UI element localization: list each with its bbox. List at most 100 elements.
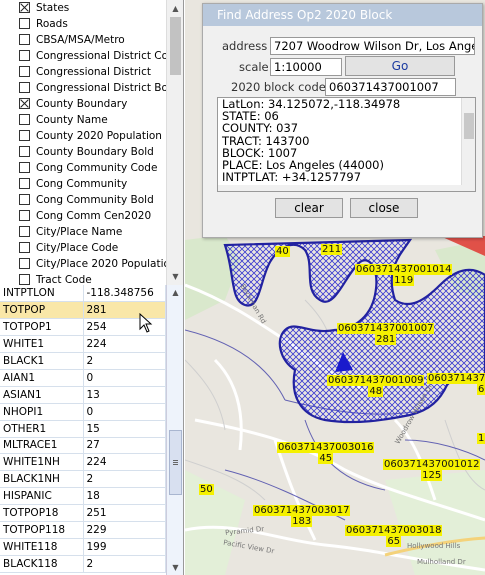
layer-label: Roads xyxy=(36,18,68,30)
table-row[interactable]: TOTPOP18 251 xyxy=(0,504,166,522)
table-row[interactable]: WHITE1 224 xyxy=(0,335,166,354)
layer-checkbox[interactable] xyxy=(19,130,30,141)
layer-checkbox[interactable] xyxy=(19,50,30,61)
layer-checkbox[interactable] xyxy=(19,194,30,205)
attribute-name: BLACK118 xyxy=(0,555,84,573)
layer-item[interactable]: Roads xyxy=(0,16,166,32)
attribute-value: 229 xyxy=(83,521,166,539)
block-pop-label: 125 xyxy=(421,470,443,481)
layer-label: City/Place 2020 Population xyxy=(36,258,166,270)
layer-checkbox[interactable] xyxy=(19,82,30,93)
table-row[interactable]: MLTRACE1 27 xyxy=(0,437,166,455)
layers-scrollbar[interactable]: ▲ ▼ xyxy=(166,0,183,285)
table-row[interactable]: ASIAN1 13 xyxy=(0,386,166,404)
attribute-value: 254 xyxy=(83,318,166,337)
layers-scroll-thumb[interactable] xyxy=(170,17,181,75)
attribute-name: ASIAN1 xyxy=(0,386,84,404)
attribute-name: BLACK1NH xyxy=(0,470,84,489)
attribute-name: TOTPOP xyxy=(0,301,84,320)
layer-checkbox[interactable] xyxy=(19,66,30,77)
attribute-name: NHOPI1 xyxy=(0,403,84,421)
table-row[interactable]: HISPANIC 18 xyxy=(0,487,166,506)
layer-checkbox[interactable] xyxy=(19,242,30,253)
layer-label: Congressional District xyxy=(36,66,151,78)
clear-button[interactable]: clear xyxy=(275,198,343,218)
layer-item[interactable]: Cong Community xyxy=(0,176,166,192)
layer-checkbox[interactable] xyxy=(19,2,30,13)
layer-item[interactable]: Congressional District Bold xyxy=(0,80,166,96)
close-button[interactable]: close xyxy=(350,198,418,218)
address-input[interactable]: 7207 Woodrow Wilson Dr, Los Angeles xyxy=(270,37,475,55)
layer-item[interactable]: City/Place Code xyxy=(0,240,166,256)
layer-checkbox[interactable] xyxy=(19,274,30,285)
layer-item[interactable]: County Boundary Bold xyxy=(0,144,166,160)
table-row[interactable]: WHITE1NH 224 xyxy=(0,453,166,472)
result-lines: LatLon: 34.125072,-118.34978 STATE: 06 COU… xyxy=(218,98,475,183)
find-address-dialog: Find Address Op2 2020 Block address 7207… xyxy=(202,3,483,238)
table-row[interactable]: BLACK1NH 2 xyxy=(0,470,166,489)
attribute-scroll-thumb[interactable] xyxy=(169,430,182,495)
attribute-scrollbar[interactable]: ▲ ▼ xyxy=(166,285,183,575)
layer-item[interactable]: City/Place Name xyxy=(0,224,166,240)
layer-checkbox[interactable] xyxy=(19,114,30,125)
layer-checkbox[interactable] xyxy=(19,178,30,189)
attribute-name: MLTRACE1 xyxy=(0,437,84,455)
map-label: 40 xyxy=(275,246,290,257)
table-row[interactable]: NHOPI1 0 xyxy=(0,403,166,421)
scroll-up-arrow-icon[interactable]: ▲ xyxy=(167,285,183,300)
attribute-name: AIAN1 xyxy=(0,369,84,387)
attribute-value: 224 xyxy=(83,453,166,472)
block-label: 060371437001014 119 xyxy=(355,264,453,286)
layer-item[interactable]: Cong Community Bold xyxy=(0,192,166,208)
layer-item[interactable]: County Name xyxy=(0,112,166,128)
layer-checkbox[interactable] xyxy=(19,18,30,29)
layer-item[interactable]: Cong Community Code xyxy=(0,160,166,176)
layer-item[interactable]: Tract Code xyxy=(0,272,166,285)
block-code-label: 060371437003018 xyxy=(345,525,443,536)
table-row[interactable]: WHITE118 199 xyxy=(0,538,166,556)
result-scrollbar[interactable] xyxy=(461,98,475,191)
layer-item[interactable]: States xyxy=(0,0,166,16)
block-label: 060371437001012 125 xyxy=(383,459,481,481)
table-row[interactable]: BLACK118 2 xyxy=(0,555,166,573)
map-label: 211 xyxy=(321,244,343,255)
table-row[interactable]: BLACK1 2 xyxy=(0,352,166,370)
layer-item[interactable]: Cong Comm Cen2020 xyxy=(0,208,166,224)
layer-checkbox[interactable] xyxy=(19,258,30,269)
layer-item[interactable]: County 2020 Population xyxy=(0,128,166,144)
layer-item[interactable]: Congressional District Code xyxy=(0,48,166,64)
layer-item[interactable]: County Boundary xyxy=(0,96,166,112)
layer-label: Cong Community Code xyxy=(36,162,158,174)
scroll-up-arrow-icon[interactable]: ▲ xyxy=(167,0,183,17)
layer-checkbox[interactable] xyxy=(19,162,30,173)
scale-input[interactable]: 1:10000 xyxy=(270,58,342,76)
layer-item[interactable]: City/Place 2020 Population xyxy=(0,256,166,272)
layer-checkbox[interactable] xyxy=(19,226,30,237)
scroll-down-arrow-icon[interactable]: ▼ xyxy=(167,268,183,285)
map-label: 1 xyxy=(477,433,485,444)
result-textarea[interactable]: LatLon: 34.125072,-118.34978 STATE: 06 COU… xyxy=(217,97,476,192)
layer-label: County Name xyxy=(36,114,108,126)
table-row[interactable]: TOTPOP118 229 xyxy=(0,521,166,539)
layer-checkbox[interactable] xyxy=(19,98,30,109)
table-row[interactable]: INTPTLON -118.348756 xyxy=(0,285,166,303)
attribute-name: TOTPOP118 xyxy=(0,521,84,539)
block-label: 060371437001009 48 xyxy=(327,375,425,397)
layer-checkbox[interactable] xyxy=(19,146,30,157)
result-hscrollbar[interactable] xyxy=(218,185,462,191)
block-code-label: 2020 block code xyxy=(231,80,326,94)
layer-label: Congressional District Code xyxy=(36,50,166,62)
block-code-input[interactable]: 060371437001007 xyxy=(325,78,456,96)
table-row[interactable]: AIAN1 0 xyxy=(0,369,166,387)
result-line: TRACT: 143700 xyxy=(222,133,310,148)
result-scroll-thumb[interactable] xyxy=(464,113,474,139)
scroll-down-arrow-icon[interactable]: ▼ xyxy=(167,560,183,575)
layer-checkbox[interactable] xyxy=(19,34,30,45)
attribute-value: 13 xyxy=(83,386,166,404)
go-button[interactable]: Go xyxy=(345,56,455,76)
layer-item[interactable]: Congressional District xyxy=(0,64,166,80)
attribute-value: 251 xyxy=(83,504,166,522)
layer-item[interactable]: CBSA/MSA/Metro xyxy=(0,32,166,48)
layer-checkbox[interactable] xyxy=(19,210,30,221)
table-row[interactable]: OTHER1 15 xyxy=(0,420,166,438)
